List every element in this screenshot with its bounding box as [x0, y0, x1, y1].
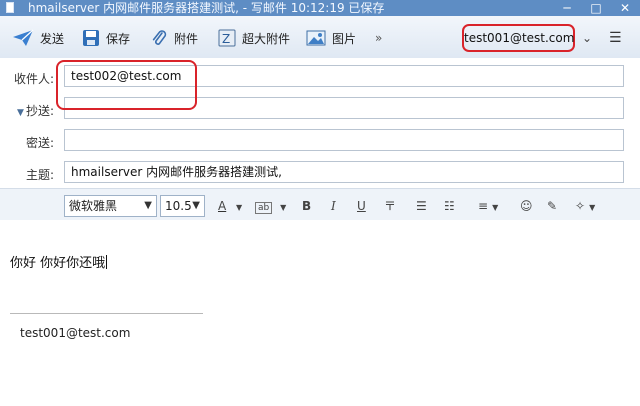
emoji-icon[interactable]: ☺ — [520, 198, 533, 214]
more-button[interactable]: » — [375, 28, 382, 48]
minimize-button[interactable]: ─ — [553, 0, 581, 16]
title-bar: hmailserver 内网邮件服务器搭建测试, - 写邮件 10:12:19 … — [0, 0, 640, 16]
window-title: hmailserver 内网邮件服务器搭建测试, - 写邮件 10:12:19 … — [28, 1, 385, 15]
document-icon — [6, 2, 14, 13]
save-label: 保存 — [106, 31, 131, 46]
strikethrough-button[interactable]: 〒 — [384, 198, 396, 214]
image-label: 图片 — [332, 31, 357, 46]
menu-icon[interactable]: ☰ — [609, 28, 622, 48]
body-text[interactable]: 你好 你好你还哦 — [10, 252, 108, 271]
save-button[interactable]: 保存 — [82, 28, 130, 48]
font-family-value: 微软雅黑 — [69, 199, 118, 213]
account-selector[interactable]: test001@test.com — [462, 24, 575, 52]
font-family-select[interactable]: 微软雅黑 ▼ — [64, 195, 157, 217]
text-caret — [106, 255, 108, 269]
attach-label: 附件 — [174, 31, 199, 46]
text-color-icon[interactable]: A ▼ — [218, 198, 242, 214]
align-icon[interactable]: ≡ ▼ — [478, 198, 498, 214]
italic-button[interactable]: I — [331, 198, 336, 214]
highlight-color-icon[interactable]: ab ▼ — [255, 198, 286, 214]
bcc-label: 密送: — [25, 136, 54, 150]
subject-label: 主题: — [25, 168, 54, 182]
maximize-button[interactable]: □ — [582, 0, 610, 16]
compose-toolbar: 发送 保存 附件 Z 超大附件 图片 » test001@test.com ⌄ … — [0, 16, 640, 59]
numbered-list-icon[interactable]: ☷ — [444, 198, 455, 214]
bold-button[interactable]: B — [302, 198, 311, 214]
attach-button[interactable]: 附件 — [150, 28, 198, 48]
recipient-highlight — [56, 60, 197, 110]
floppy-disk-icon — [83, 30, 99, 46]
big-attach-label: 超大附件 — [242, 31, 291, 46]
send-button[interactable]: 发送 — [12, 28, 64, 48]
message-body[interactable]: 你好 你好你还哦 test001@test.com — [0, 220, 640, 406]
format-painter-icon[interactable]: ✎ — [547, 198, 557, 214]
close-button[interactable]: ✕ — [611, 0, 639, 16]
body-text-content: 你好 你好你还哦 — [10, 256, 106, 271]
image-icon — [306, 30, 326, 46]
paperclip-icon — [152, 30, 167, 45]
chevron-down-icon: ▼ — [192, 200, 200, 211]
big-attach-button[interactable]: Z 超大附件 — [218, 28, 290, 48]
signature-text: test001@test.com — [20, 326, 131, 340]
subject-field[interactable]: hmailserver 内网邮件服务器搭建测试, — [64, 161, 624, 183]
font-size-value: 10.5 — [165, 199, 192, 213]
send-label: 发送 — [40, 31, 65, 46]
magic-wand-icon[interactable]: ✧ ▼ — [575, 198, 595, 214]
chevron-down-icon: ▼ — [144, 200, 152, 211]
zip-icon: Z — [218, 29, 236, 47]
signature-divider — [10, 313, 203, 314]
bcc-field[interactable] — [64, 129, 624, 151]
underline-button[interactable]: U — [357, 198, 366, 214]
account-dropdown-icon[interactable]: ⌄ — [582, 28, 592, 48]
font-size-select[interactable]: 10.5 ▼ — [160, 195, 205, 217]
format-toolbar: 微软雅黑 ▼ 10.5 ▼ A ▼ ab ▼ B I U 〒 ☰ ☷ ≡ ▼ ☺ … — [0, 188, 640, 221]
send-icon — [13, 29, 34, 46]
image-button[interactable]: 图片 — [306, 28, 356, 48]
cc-toggle-icon[interactable]: ▼ — [17, 108, 24, 118]
to-label: 收件人: — [13, 72, 54, 86]
bullet-list-icon[interactable]: ☰ — [416, 198, 427, 214]
cc-label-text: 抄送: — [25, 104, 54, 118]
cc-label: ▼ 抄送: — [0, 102, 54, 119]
svg-text:Z: Z — [222, 32, 230, 46]
